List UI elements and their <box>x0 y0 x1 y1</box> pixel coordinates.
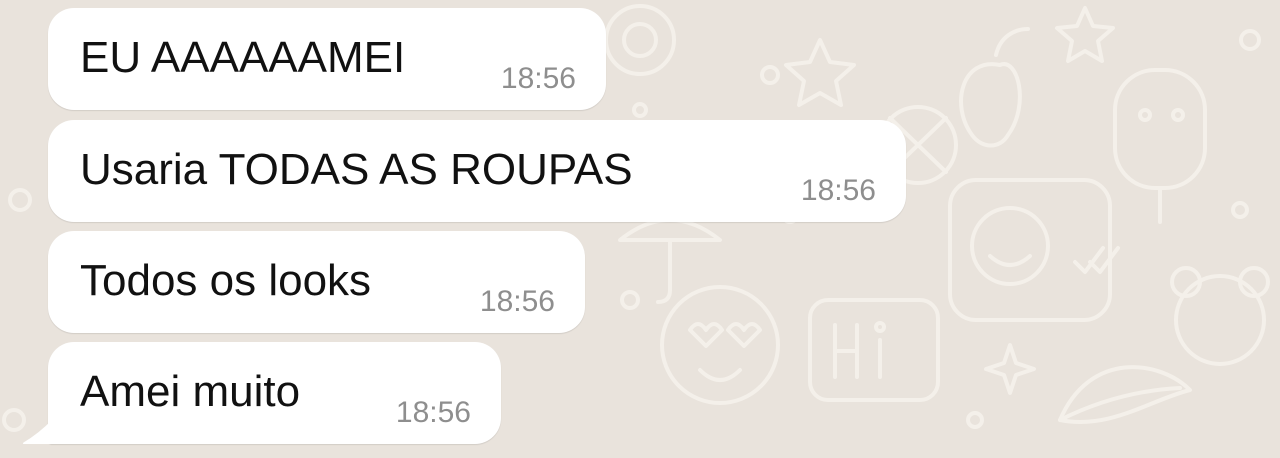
star-doodle-icon <box>784 38 856 107</box>
message-bubble[interactable]: EU AAAAAAMEI 18:56 <box>48 8 606 110</box>
bubble-tail-icon <box>22 420 52 444</box>
apple-doodle-icon <box>959 27 1030 148</box>
bear-doodle-icon <box>1170 266 1270 366</box>
message-text: Amei muito <box>80 367 301 416</box>
sun-doodle-icon <box>604 4 676 76</box>
star-doodle-icon <box>1055 6 1115 63</box>
message-timestamp: 18:56 <box>800 174 876 207</box>
message-bubble[interactable]: Usaria TODAS AS ROUPAS 18:56 <box>48 120 906 222</box>
sparkle-doodle-icon <box>984 343 1036 395</box>
leaf-doodle-icon <box>1058 365 1192 424</box>
emoji-wink-doodle-icon <box>948 178 1112 322</box>
hi-speech-bubble-doodle-icon <box>808 298 940 402</box>
message-text: EU AAAAAAMEI <box>80 33 406 82</box>
message-timestamp: 18:56 <box>395 396 471 429</box>
message-text: Todos os looks <box>80 256 372 305</box>
popsicle-doodle-icon <box>1113 68 1207 224</box>
message-text: Usaria TODAS AS ROUPAS <box>80 145 633 194</box>
message-bubble[interactable]: Amei muito 18:56 <box>22 342 501 444</box>
message-timestamp: 18:56 <box>479 285 555 318</box>
message-bubble[interactable]: Todos os looks 18:56 <box>48 231 585 333</box>
message-timestamp: 18:56 <box>500 62 576 95</box>
heart-eyes-face-doodle-icon <box>660 285 780 405</box>
